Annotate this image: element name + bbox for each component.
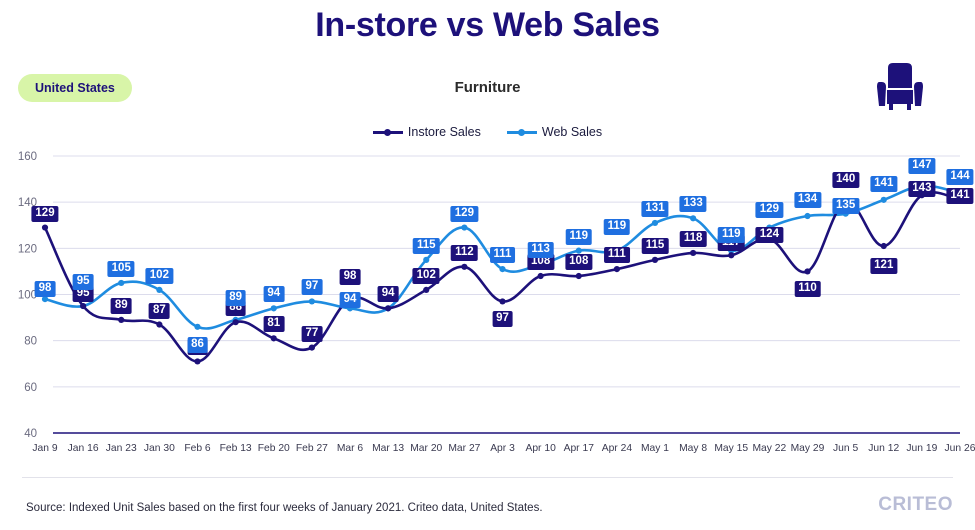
svg-text:Apr 24: Apr 24 xyxy=(602,443,633,454)
data-label-instore: 124 xyxy=(755,227,783,244)
svg-text:Apr 17: Apr 17 xyxy=(564,443,595,454)
line-marker-icon xyxy=(372,127,403,137)
svg-text:Feb 13: Feb 13 xyxy=(220,443,252,454)
svg-text:Mar 13: Mar 13 xyxy=(372,443,404,454)
category-label: Furniture xyxy=(454,79,521,96)
page-title: In-store vs Web Sales xyxy=(315,6,660,44)
data-label-instore: 115 xyxy=(641,237,669,254)
svg-text:40: 40 xyxy=(24,428,37,440)
svg-text:Feb 6: Feb 6 xyxy=(184,443,211,454)
data-label-web: 129 xyxy=(450,205,478,222)
data-label-instore: 77 xyxy=(301,325,323,342)
data-label-instore: 98 xyxy=(339,269,361,286)
data-label-instore: 143 xyxy=(908,181,936,198)
legend-item-instore[interactable]: Instore Sales xyxy=(372,125,481,139)
data-label-web: 119 xyxy=(565,228,593,245)
svg-text:Jan 23: Jan 23 xyxy=(106,443,137,454)
footer-divider xyxy=(22,477,953,478)
data-label-web: 105 xyxy=(107,260,135,277)
data-label-web: 131 xyxy=(641,200,669,217)
series-instore-sales xyxy=(41,191,964,365)
svg-text:Jun 26: Jun 26 xyxy=(945,443,975,454)
data-label-web: 141 xyxy=(870,175,898,192)
chart-page: In-store vs Web Sales United States Furn… xyxy=(0,0,975,530)
line-marker-icon xyxy=(506,127,537,137)
data-label-instore: 81 xyxy=(263,316,285,333)
data-label-web: 134 xyxy=(793,192,822,209)
svg-text:May 22: May 22 xyxy=(752,443,786,454)
data-label-web: 95 xyxy=(72,274,94,291)
svg-text:May 1: May 1 xyxy=(641,443,669,454)
data-label-web: 119 xyxy=(603,218,631,235)
svg-text:Jun 12: Jun 12 xyxy=(868,443,899,454)
data-label-instore: 112 xyxy=(451,244,478,261)
data-label-web: 147 xyxy=(908,158,936,174)
data-label-instore: 108 xyxy=(565,254,593,271)
data-label-instore: 97 xyxy=(492,311,513,328)
data-label-instore: 111 xyxy=(603,247,630,264)
svg-text:160: 160 xyxy=(18,151,37,163)
legend-label-instore: Instore Sales xyxy=(407,125,481,139)
svg-text:May 8: May 8 xyxy=(679,443,707,454)
svg-text:80: 80 xyxy=(24,336,37,348)
line-chart-svg: 406080100120140160 Jan 9 Jan 16 Jan 23 Jan … xyxy=(18,151,975,454)
data-label-web: 97 xyxy=(301,279,323,296)
source-note: Source: Indexed Unit Sales based on the … xyxy=(26,502,543,514)
data-label-web: 129 xyxy=(755,201,783,218)
brand-logo: CRITEO xyxy=(878,494,953,515)
svg-text:May 15: May 15 xyxy=(714,443,748,454)
data-label-instore: 129 xyxy=(31,205,59,222)
data-label-instore: 110 xyxy=(794,281,821,298)
svg-text:60: 60 xyxy=(24,382,37,394)
armchair-icon xyxy=(873,62,927,114)
x-axis-ticks: Jan 9 Jan 16 Jan 23 Jan 30 Feb 6 Feb 13 Feb 20… xyxy=(32,443,975,454)
data-label-web: 94 xyxy=(339,292,361,309)
legend-item-web[interactable]: Web Sales xyxy=(506,125,603,139)
svg-text:Mar 27: Mar 27 xyxy=(448,443,480,454)
data-label-web: 144 xyxy=(946,168,974,185)
data-label-web: 89 xyxy=(225,289,247,306)
svg-text:Feb 20: Feb 20 xyxy=(258,443,290,454)
data-label-instore: 89 xyxy=(110,297,132,314)
data-label-web: 94 xyxy=(263,286,285,303)
data-label-web: 86 xyxy=(187,336,208,353)
data-label-web: 119 xyxy=(717,226,745,243)
data-label-instore: 87 xyxy=(148,302,170,319)
svg-text:120: 120 xyxy=(18,243,37,255)
data-label-web: 102 xyxy=(145,267,173,284)
data-label-instore: 102 xyxy=(412,267,440,284)
data-label-instore: 141 xyxy=(946,187,974,204)
svg-text:May 29: May 29 xyxy=(791,443,825,454)
legend-label-web: Web Sales xyxy=(541,125,603,139)
svg-text:Mar 6: Mar 6 xyxy=(337,443,364,454)
data-label-web: 98 xyxy=(34,281,56,298)
svg-text:Apr 10: Apr 10 xyxy=(525,443,556,454)
chart-legend: Instore Sales Web Sales xyxy=(0,125,975,139)
chart-plot-area: 40 60 80 100 120 140 160 Jan 9 Jan 16 Jan 23 Jan … xyxy=(0,148,975,468)
data-label-instore: 118 xyxy=(679,230,707,247)
data-label-web: 115 xyxy=(412,237,440,254)
svg-text:Jan 16: Jan 16 xyxy=(68,443,99,454)
data-label-web: 133 xyxy=(679,196,707,213)
svg-text:Apr 3: Apr 3 xyxy=(490,443,515,454)
data-label-web: 135 xyxy=(832,197,860,214)
data-label-web: 113 xyxy=(527,242,554,259)
svg-text:Jun 5: Jun 5 xyxy=(833,443,858,454)
data-label-instore: 121 xyxy=(870,258,898,275)
svg-text:Jan 30: Jan 30 xyxy=(144,443,175,454)
data-label-instore: 140 xyxy=(832,172,860,189)
svg-text:Mar 20: Mar 20 xyxy=(410,443,442,454)
svg-text:Jun 19: Jun 19 xyxy=(906,443,937,454)
svg-text:Jan 9: Jan 9 xyxy=(32,443,57,454)
data-label-web: 111 xyxy=(489,247,516,264)
svg-text:Feb 27: Feb 27 xyxy=(296,443,328,454)
data-label-instore: 94 xyxy=(377,286,399,303)
